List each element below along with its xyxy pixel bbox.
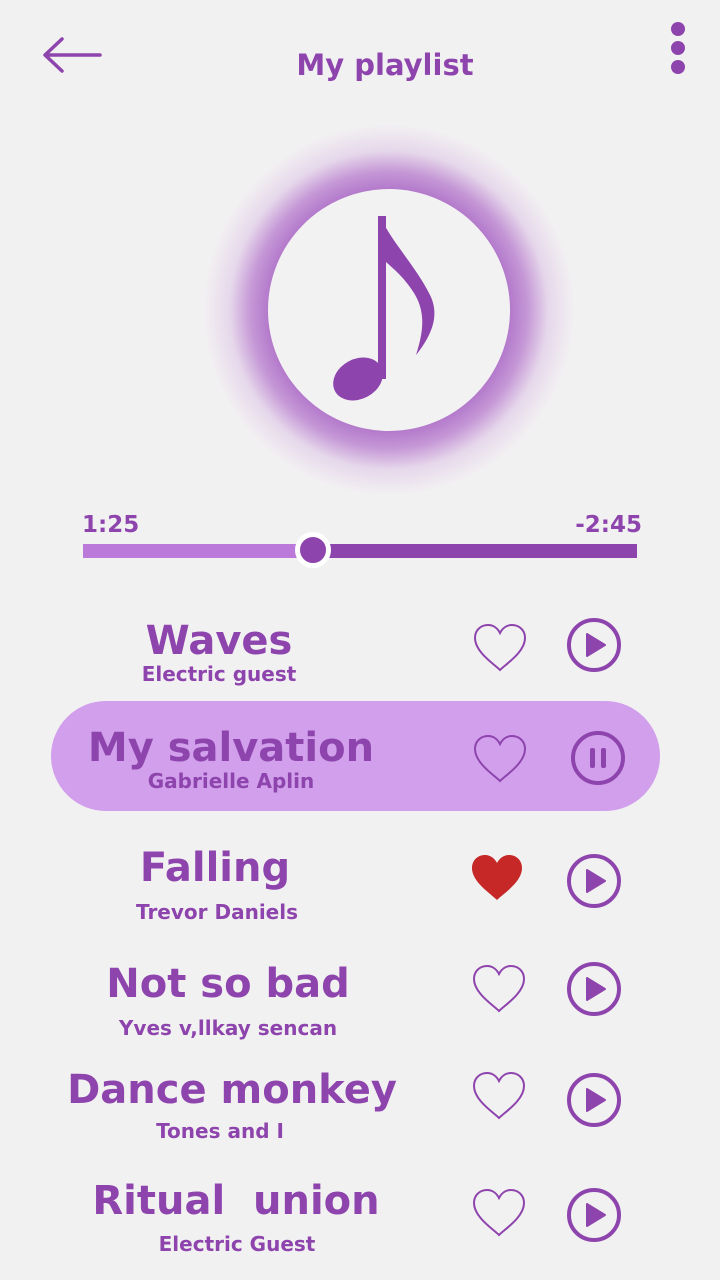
more-vertical-icon <box>671 22 685 36</box>
song-row[interactable]: My salvation Gabrielle Aplin <box>0 701 720 811</box>
progress-thumb[interactable] <box>295 532 331 568</box>
pause-button[interactable] <box>570 730 626 786</box>
song-row[interactable]: Waves Electric guest <box>0 600 720 710</box>
heart-filled-icon[interactable] <box>469 852 525 904</box>
play-button[interactable] <box>566 617 622 673</box>
play-button[interactable] <box>566 1072 622 1128</box>
song-row[interactable]: Ritual union Electric Guest <box>0 1160 720 1270</box>
song-artist: Electric guest <box>141 662 297 686</box>
progress-slider[interactable] <box>83 532 637 568</box>
song-artist: Trevor Daniels <box>136 900 298 924</box>
remaining-time: -2:45 <box>575 512 642 538</box>
song-artist: Gabrielle Aplin <box>147 769 315 793</box>
heart-outline-icon[interactable] <box>472 622 528 674</box>
song-title: My salvation <box>87 725 375 771</box>
heart-outline-icon[interactable] <box>472 733 528 785</box>
heart-outline-icon[interactable] <box>471 1070 527 1122</box>
heart-outline-icon[interactable] <box>471 963 527 1015</box>
heart-outline-icon[interactable] <box>471 1187 527 1239</box>
song-artist: Tones and I <box>156 1119 284 1143</box>
elapsed-time: 1:25 <box>82 512 140 538</box>
song-row[interactable]: Dance monkey Tones and I <box>0 1047 720 1157</box>
song-row[interactable]: Not so bad Yves v,llkay sencan <box>0 940 720 1050</box>
play-button[interactable] <box>566 961 622 1017</box>
song-title: Waves <box>145 618 293 664</box>
play-button[interactable] <box>566 1187 622 1243</box>
progress-remaining <box>310 544 637 558</box>
progress-played <box>83 544 310 558</box>
song-title: Dance monkey <box>67 1067 397 1113</box>
song-title: Ritual union <box>92 1178 380 1224</box>
song-artist: Yves v,llkay sencan <box>118 1016 338 1040</box>
play-button[interactable] <box>566 853 622 909</box>
song-title: Falling <box>139 845 291 891</box>
song-row[interactable]: Falling Trevor Daniels <box>0 828 720 938</box>
song-title: Not so bad <box>106 961 350 1007</box>
song-artist: Electric Guest <box>158 1232 316 1256</box>
more-options-button[interactable] <box>664 22 692 82</box>
page-title: My playlist <box>296 48 474 82</box>
music-note-icon <box>333 216 435 401</box>
